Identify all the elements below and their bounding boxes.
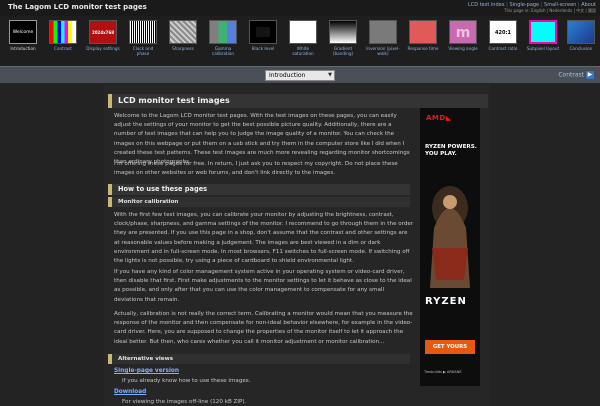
site-title: The Lagom LCD monitor test pages (8, 3, 147, 11)
right-margin (490, 84, 600, 406)
single-page-version-link[interactable]: Single-page version (114, 368, 179, 374)
left-margin (0, 84, 104, 406)
intro-paragraph: Welcome to the Lagom LCD monitor test pa… (114, 113, 410, 166)
calibration-heading: Monitor calibration (108, 197, 410, 207)
test-thumbnail-nav: Welcome Introduction Contrast 2024x768 D… (0, 16, 600, 66)
thumb-subpixel-layout[interactable]: Subpixel layout (526, 20, 560, 51)
alternative-views-heading: Alternative views (108, 354, 410, 364)
page-title: LCD monitor test images (108, 94, 488, 108)
thumb-contrast[interactable]: Contrast (46, 20, 80, 51)
calibration-paragraph-3: Actually, calibration is not really the … (114, 311, 413, 345)
thumb-gamma[interactable]: Gamma calibration (206, 20, 240, 56)
ad-partner-logos: Tiesbuilds ▶ ARKANE (424, 370, 462, 374)
calibration-paragraph-1: With the first few test images, you can … (114, 212, 414, 265)
link-lcd-test-index[interactable]: LCD test index (468, 2, 505, 8)
page-select-dropdown[interactable]: Introduction ▼ (265, 70, 335, 81)
thumb-white-saturation[interactable]: White saturation (286, 20, 320, 56)
thumb-response-time[interactable]: Response time (406, 20, 440, 51)
next-page-link[interactable]: Contrast ▶ (558, 71, 594, 79)
advertisement-banner[interactable]: AMD◣ RYZEN POWERS. YOU PLAY. RYZEN GET Y… (420, 108, 480, 386)
download-link[interactable]: Download (114, 389, 146, 395)
chevron-down-icon: ▼ (328, 72, 332, 78)
thumb-introduction[interactable]: Welcome Introduction (6, 20, 40, 51)
thumb-sharpness[interactable]: Sharpness (166, 20, 200, 51)
ad-get-yours-button[interactable]: GET YOURS (425, 340, 475, 354)
thumb-gradient[interactable]: Gradient (banding) (326, 20, 360, 56)
thumb-clock-phase[interactable]: Clock and phase (126, 20, 160, 56)
thumb-display-settings[interactable]: 2024x768 Display settings (86, 20, 120, 51)
thumb-viewing-angle[interactable]: m Viewing angle (446, 20, 480, 51)
how-to-heading: How to use these pages (108, 184, 410, 195)
download-description: For viewing the images off-line (120 kB … (122, 399, 247, 405)
calibration-paragraph-2: If you have any kind of color management… (114, 269, 412, 303)
thumb-caption: Welcome (12, 30, 34, 35)
ad-ryzen-logo: RYZEN (425, 296, 467, 307)
arrow-right-icon: ▶ (586, 71, 594, 79)
ad-tagline: RYZEN POWERS. YOU PLAY. (425, 144, 477, 157)
ad-brand-logo: AMD◣ (426, 114, 452, 122)
single-page-description: If you already know how to use these ima… (122, 378, 251, 384)
thumb-black-level[interactable]: Black level (246, 20, 280, 51)
page-selector-bar: Introduction ▼ Contrast ▶ (0, 66, 600, 84)
offer-paragraph: I'm offering these pages for free. In re… (114, 161, 398, 177)
language-links[interactable]: This page in: English | Nederlands | 中文 … (468, 8, 596, 14)
ad-character-illustration (426, 168, 474, 348)
thumb-contrast-ratio[interactable]: 420:1 Contrast ratio (486, 20, 520, 51)
top-links: LCD test index | Single-page | Small-scr… (468, 2, 596, 14)
thumb-inversion[interactable]: Inversion (pixel-walk) (366, 20, 400, 56)
top-bar: The Lagom LCD monitor test pages LCD tes… (0, 0, 600, 16)
thumb-conclusion[interactable]: Conclusion (564, 20, 598, 51)
